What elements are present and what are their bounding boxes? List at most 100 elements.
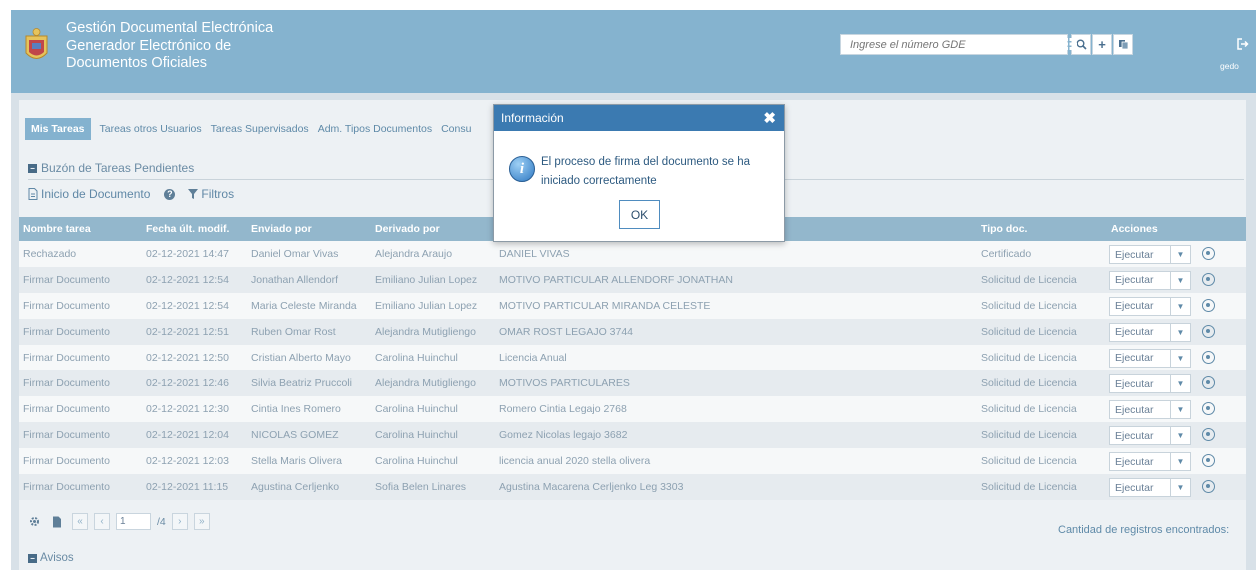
history-icon[interactable] xyxy=(1202,428,1215,442)
chevron-down-icon[interactable]: ▼ xyxy=(1170,427,1190,445)
chevron-down-icon[interactable]: ▼ xyxy=(1170,453,1190,471)
table-row[interactable]: Firmar Documento 02-12-2021 12:03 Stella M… xyxy=(19,448,1246,475)
cell-referencia: Agustina Macarena Cerljenko Leg 3303 xyxy=(499,480,684,493)
cell-tipo-doc: Solicitud de Licencia xyxy=(981,351,1077,364)
add-button[interactable]: + xyxy=(1092,34,1112,55)
tab-tareas-supervisados[interactable]: Tareas Supervisados xyxy=(211,118,309,140)
pending-tasks-section[interactable]: − Buzón de Tareas Pendientes xyxy=(28,161,194,175)
chevron-down-icon[interactable]: ▼ xyxy=(1170,323,1190,341)
action-select[interactable]: Ejecutar ▼ xyxy=(1109,348,1191,368)
chevron-down-icon[interactable]: ▼ xyxy=(1170,271,1190,289)
chevron-down-icon[interactable]: ▼ xyxy=(1170,479,1190,497)
history-icon[interactable] xyxy=(1202,324,1215,338)
history-icon[interactable] xyxy=(1202,376,1215,390)
cell-fecha: 02-12-2021 12:54 xyxy=(146,299,229,312)
action-select-value: Ejecutar xyxy=(1115,429,1154,442)
help-icon[interactable]: ? xyxy=(164,188,176,200)
action-select-value: Ejecutar xyxy=(1115,403,1154,416)
ok-button[interactable]: OK xyxy=(619,200,660,229)
last-page-button[interactable]: » xyxy=(193,513,210,530)
avisos-title: Avisos xyxy=(40,552,74,564)
copy-button[interactable] xyxy=(1113,34,1133,55)
table-row[interactable]: Firmar Documento 02-12-2021 11:15 Agustina… xyxy=(19,474,1246,500)
table-row[interactable]: Rechazado 02-12-2021 14:47 Daniel Omar Viv… xyxy=(19,241,1246,267)
cell-tipo-doc: Solicitud de Licencia xyxy=(981,455,1077,468)
dialog-message: El proceso de firma del documento se ha … xyxy=(541,156,751,187)
action-select[interactable]: Ejecutar ▼ xyxy=(1109,245,1191,264)
table-row[interactable]: Firmar Documento 02-12-2021 12:54 Jonathan… xyxy=(19,266,1246,293)
cell-derivado-por: Carolina Huinchul xyxy=(375,455,458,468)
cell-enviado-por: Cristian Alberto Mayo xyxy=(251,351,351,364)
first-page-button[interactable]: « xyxy=(72,513,88,530)
cell-enviado-por: Ruben Omar Rost xyxy=(251,325,336,338)
inicio-documento-button[interactable]: Inicio de Documento xyxy=(28,187,150,201)
avisos-section[interactable]: − Avisos xyxy=(28,552,74,564)
cell-derivado-por: Alejandra Mutigliengo xyxy=(375,377,476,390)
chevron-down-icon[interactable]: ▼ xyxy=(1170,401,1190,419)
table-row[interactable]: Firmar Documento 02-12-2021 12:04 NICOLAS … xyxy=(19,422,1246,449)
cell-referencia: MOTIVO PARTICULAR ALLENDORF JONATHAN xyxy=(499,273,733,286)
app-title: Gestión Documental Electrónica Generador… xyxy=(66,20,273,73)
settings-icon[interactable] xyxy=(29,516,40,527)
page-number-input[interactable] xyxy=(116,513,151,530)
cell-fecha: 02-12-2021 14:47 xyxy=(146,247,229,260)
action-select[interactable]: Ejecutar ▼ xyxy=(1109,322,1191,342)
filtros-button[interactable]: Filtros xyxy=(188,187,234,201)
tab-tareas-otros-usuarios[interactable]: Tareas otros Usuarios xyxy=(100,118,202,140)
document-icon xyxy=(28,188,38,200)
cell-nombre-tarea: Rechazado xyxy=(23,247,77,260)
tab-adm-tipos-documentos[interactable]: Adm. Tipos Documentos xyxy=(318,118,432,140)
action-select[interactable]: Ejecutar ▼ xyxy=(1109,452,1191,472)
cell-derivado-por: Emiliano Julian Lopez xyxy=(375,273,478,286)
table-row[interactable]: Firmar Documento 02-12-2021 12:46 Silvia B… xyxy=(19,370,1246,397)
logout-icon[interactable] xyxy=(1237,38,1249,50)
table-row[interactable]: Firmar Documento 02-12-2021 12:54 Maria Ce… xyxy=(19,292,1246,319)
filtros-label: Filtros xyxy=(201,187,235,201)
col-nombre-tarea[interactable]: Nombre tarea xyxy=(23,217,143,241)
prev-page-button[interactable]: ‹ xyxy=(94,513,110,530)
tab-consultas[interactable]: Consu xyxy=(441,118,471,140)
close-icon[interactable]: ✖ xyxy=(763,109,776,127)
col-enviado-por[interactable]: Enviado por xyxy=(251,217,371,241)
action-select[interactable]: Ejecutar ▼ xyxy=(1109,478,1191,498)
cell-derivado-por: Sofia Belen Linares xyxy=(375,480,467,493)
table-row[interactable]: Firmar Documento 02-12-2021 12:30 Cintia I… xyxy=(19,396,1246,423)
tab-mis-tareas[interactable]: Mis Tareas xyxy=(25,118,91,140)
cell-nombre-tarea: Firmar Documento xyxy=(23,351,110,364)
action-select[interactable]: Ejecutar ▼ xyxy=(1109,296,1191,316)
chevron-down-icon[interactable]: ▼ xyxy=(1170,246,1190,263)
cell-enviado-por: Agustina Cerljenko xyxy=(251,480,340,493)
chevron-down-icon[interactable]: ▼ xyxy=(1170,349,1190,367)
apps-grid-icon[interactable] xyxy=(1065,38,1077,50)
action-select[interactable]: Ejecutar ▼ xyxy=(1109,374,1191,394)
user-name[interactable]: DVIVAS xyxy=(998,39,1039,51)
table-row[interactable]: Firmar Documento 02-12-2021 12:50 Cristian… xyxy=(19,344,1246,371)
table-row[interactable]: Firmar Documento 02-12-2021 12:51 Ruben Om… xyxy=(19,318,1246,345)
cell-fecha: 02-12-2021 12:54 xyxy=(146,273,229,286)
search-icon xyxy=(1076,39,1087,50)
export-file-icon[interactable] xyxy=(52,516,62,528)
table-body: Rechazado 02-12-2021 14:47 Daniel Omar Viv… xyxy=(19,241,1246,500)
history-icon[interactable] xyxy=(1202,272,1215,286)
col-tipo-doc[interactable]: Tipo doc. xyxy=(981,217,1101,241)
next-page-button[interactable]: › xyxy=(171,513,188,530)
history-icon[interactable] xyxy=(1202,247,1215,260)
cell-derivado-por: Carolina Huinchul xyxy=(375,429,458,442)
col-fecha[interactable]: Fecha últ. modif. xyxy=(146,217,246,241)
history-icon[interactable] xyxy=(1202,298,1215,312)
history-icon[interactable] xyxy=(1202,454,1215,468)
action-select[interactable]: Ejecutar ▼ xyxy=(1109,270,1191,290)
chevron-down-icon[interactable]: ▼ xyxy=(1170,375,1190,393)
history-icon[interactable] xyxy=(1202,350,1215,364)
history-icon[interactable] xyxy=(1202,480,1215,494)
action-select-value: Ejecutar xyxy=(1115,274,1154,287)
action-select[interactable]: Ejecutar ▼ xyxy=(1109,400,1191,420)
action-select[interactable]: Ejecutar ▼ xyxy=(1109,426,1191,446)
history-icon[interactable] xyxy=(1202,402,1215,416)
user-icon[interactable] xyxy=(1043,39,1054,50)
action-select-value: Ejecutar xyxy=(1115,352,1154,365)
col-derivado-por[interactable]: Derivado por xyxy=(375,217,490,241)
cell-tipo-doc: Solicitud de Licencia xyxy=(981,299,1077,312)
chevron-down-icon[interactable]: ▼ xyxy=(1170,297,1190,315)
task-tabs: Mis Tareas Tareas otros Usuarios Tareas … xyxy=(25,117,471,141)
